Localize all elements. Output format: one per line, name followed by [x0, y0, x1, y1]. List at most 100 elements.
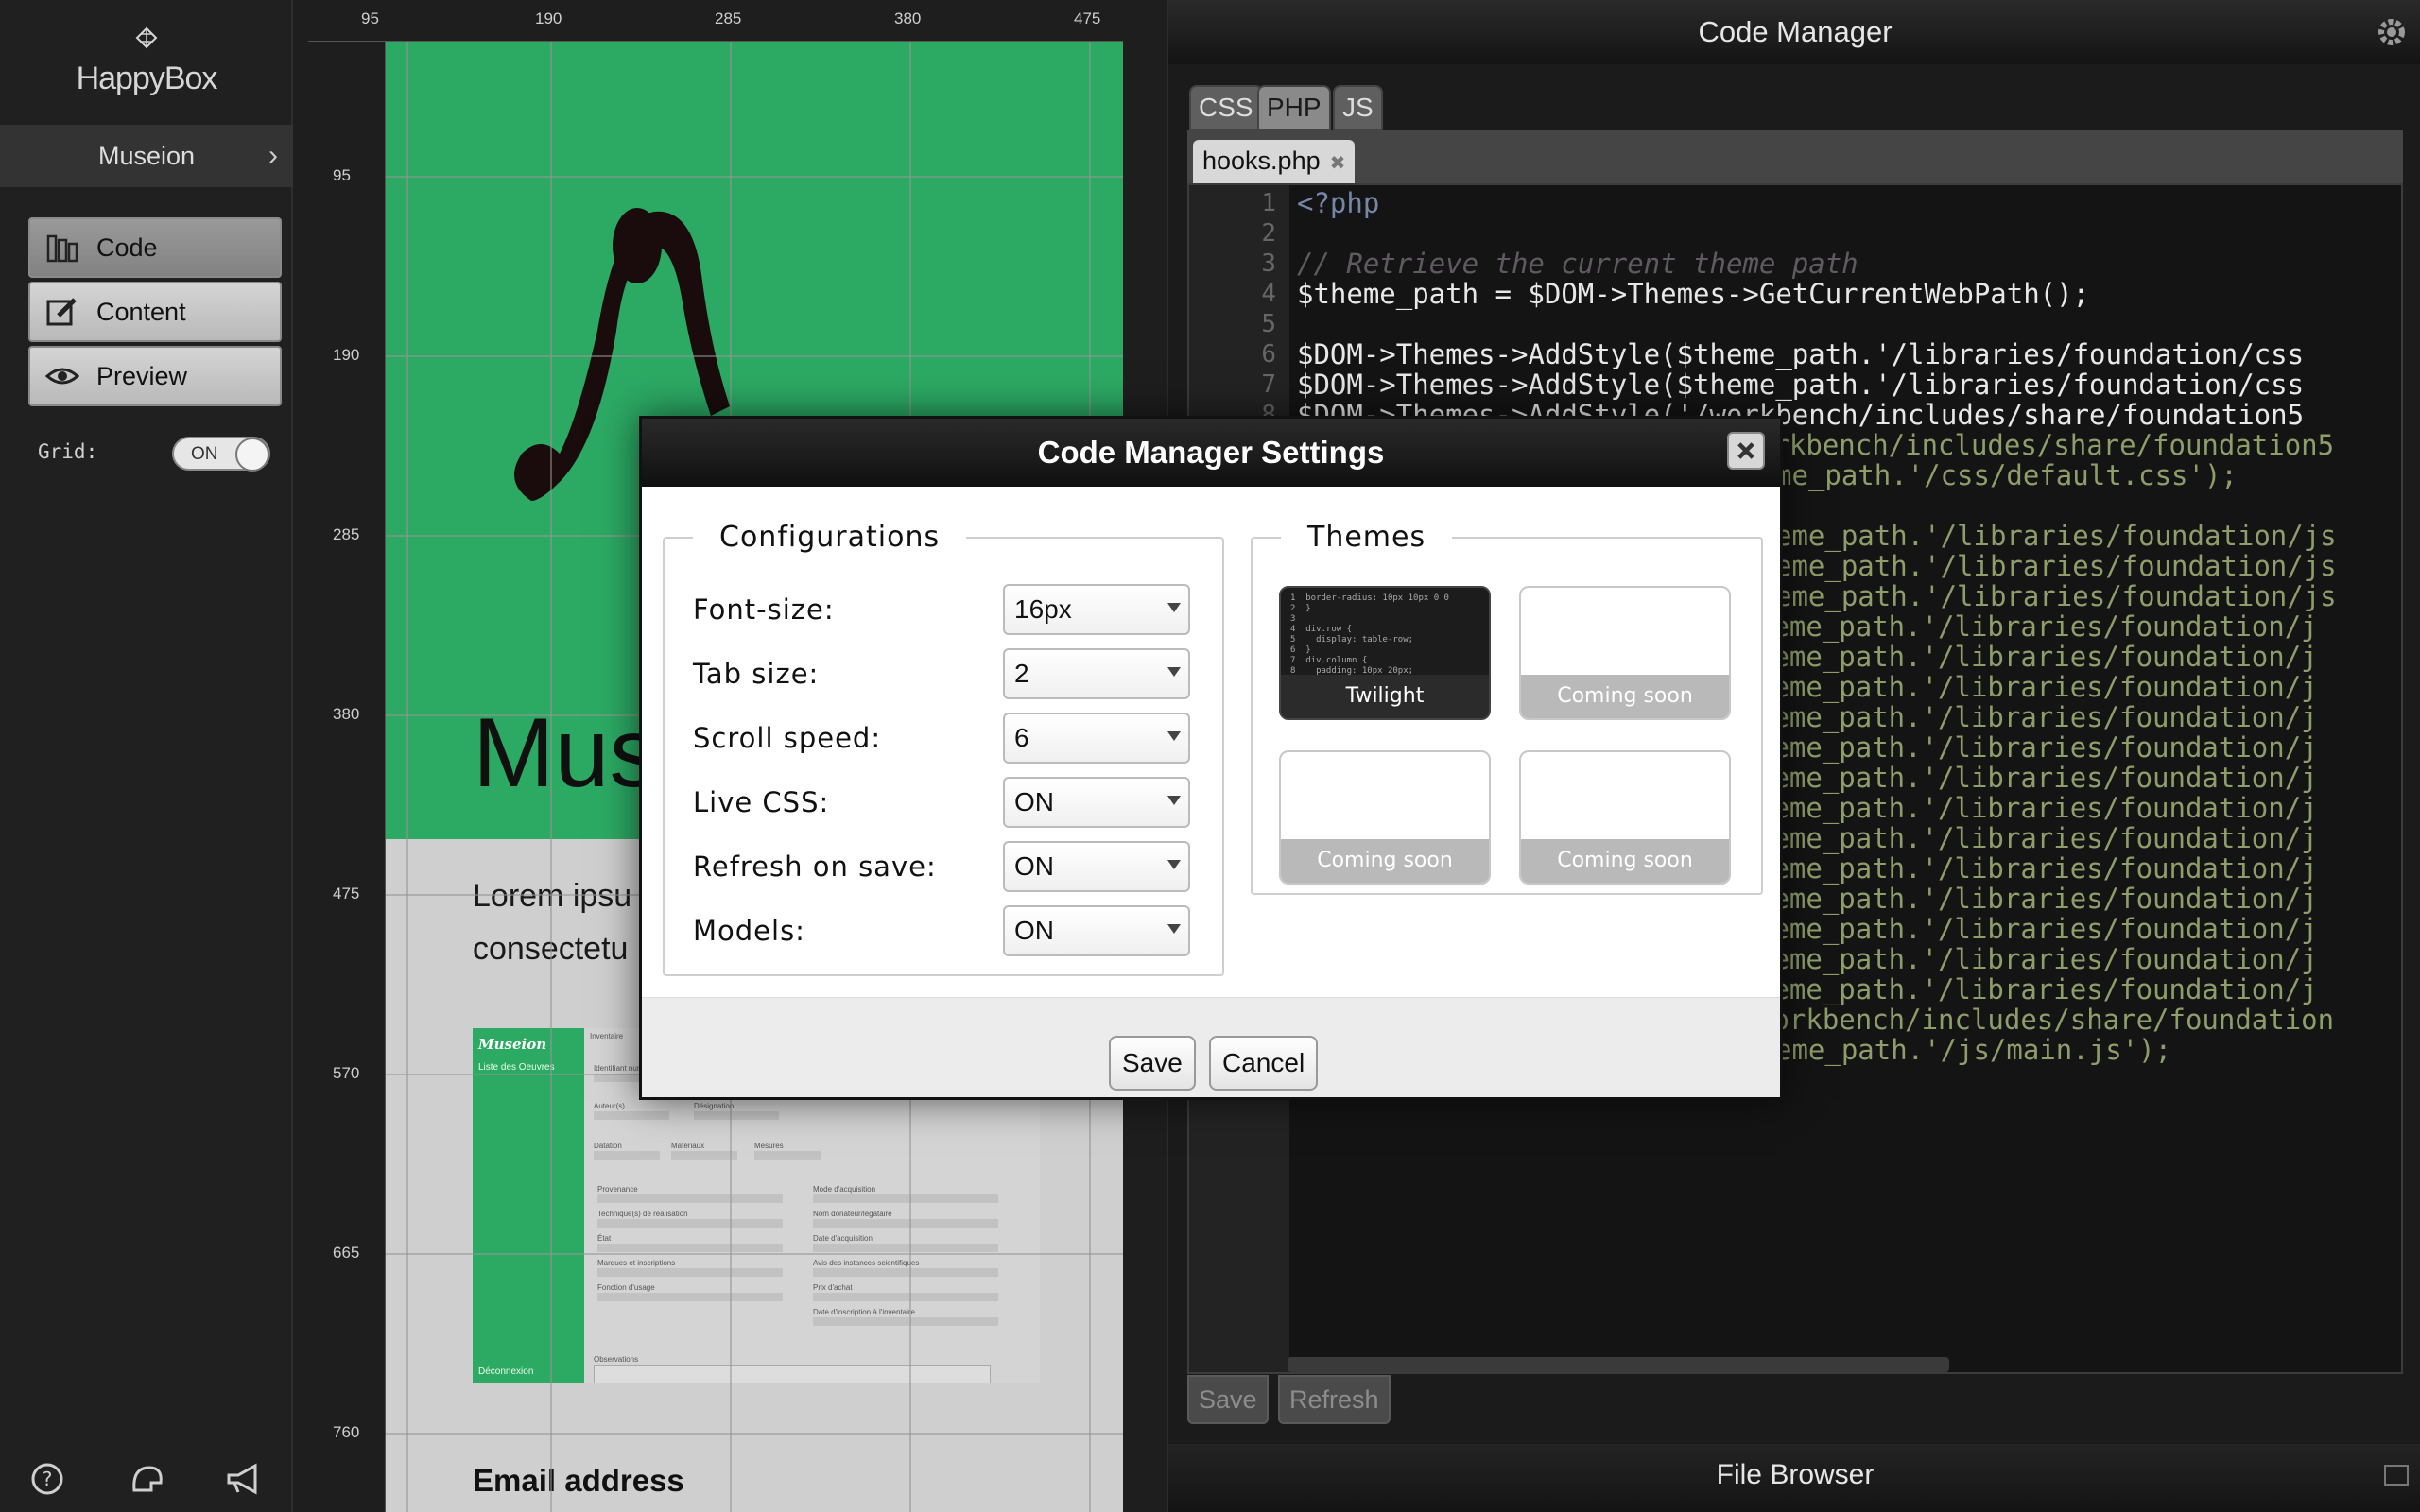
refresh-on-save-label: Refresh on save: [693, 850, 937, 883]
cancel-button[interactable]: Cancel [1209, 1036, 1319, 1091]
line-number: 2 [1261, 219, 1276, 248]
mockup-field-input [597, 1268, 783, 1277]
mockup-field-input [694, 1111, 779, 1120]
tab-size-label: Tab size: [693, 658, 820, 690]
code-line: heme_path.'/libraries/foundation/j [1756, 762, 2318, 794]
grid-line [550, 42, 552, 1512]
dropdown-arrow-icon [1167, 667, 1181, 677]
tab-php[interactable]: PHP [1257, 85, 1331, 130]
code-line: eme_path.'/js/main.js'); [1775, 1034, 2172, 1066]
mockup-field-label: Date d'inscription à l'inventaire [813, 1308, 915, 1316]
tab-js[interactable]: JS [1333, 85, 1383, 130]
project-selector[interactable]: Museion › [0, 125, 293, 187]
refresh-on-save-select[interactable]: ON [1003, 841, 1190, 892]
themes-legend: Themes [1307, 521, 1426, 554]
help-icon[interactable]: ? [28, 1460, 66, 1498]
file-browser-title: File Browser [1716, 1459, 1875, 1490]
mode-content-button[interactable]: Content [28, 282, 282, 342]
select-value: ON [1014, 851, 1054, 881]
dropdown-arrow-icon [1167, 860, 1181, 869]
mockup-field-label: Provenance [597, 1185, 638, 1194]
code-line: heme_path.'/libraries/foundation/j [1756, 610, 2318, 643]
megaphone-icon[interactable] [225, 1460, 263, 1498]
helmet-icon[interactable] [129, 1460, 166, 1498]
logo-text: HappyBox [76, 60, 218, 96]
mockup-field-label: Datation [594, 1142, 622, 1150]
mockup-logo: Museion [478, 1036, 547, 1053]
close-icon[interactable]: ✖ [1330, 153, 1346, 174]
select-value: 6 [1014, 723, 1029, 752]
code-line: heme_path.'/libraries/foundation/j [1756, 792, 2318, 824]
ruler-tick: 760 [333, 1423, 360, 1441]
grid-line [406, 42, 408, 1512]
scroll-speed-select[interactable]: 6 [1003, 713, 1190, 764]
file-browser-bar[interactable]: File Browser [1168, 1444, 2420, 1512]
themes-group: Themes 1 border-radius: 10px 10px 0 0 2 … [1251, 521, 1763, 895]
mockup-field-input [671, 1151, 737, 1160]
ruler-tick: 475 [1074, 9, 1101, 27]
close-icon[interactable] [1727, 432, 1765, 470]
mode-label: Preview [96, 361, 188, 390]
app-logo: HappyBox [0, 26, 293, 97]
mockup-field-input [813, 1268, 998, 1277]
ruler-tick: 285 [333, 525, 360, 543]
mockup-field-input [597, 1219, 783, 1228]
tab-css[interactable]: CSS [1189, 85, 1263, 130]
ruler-tick: 285 [715, 9, 742, 27]
mockup-field-input [813, 1194, 998, 1203]
code-line: heme_path.'/libraries/foundation/j [1756, 852, 2318, 885]
models-select[interactable]: ON [1003, 905, 1190, 956]
horizontal-scrollbar[interactable] [1288, 1357, 1949, 1372]
gear-icon[interactable] [2375, 15, 2409, 49]
theme-twilight-card[interactable]: 1 border-radius: 10px 10px 0 0 2 } 3 4 d… [1279, 586, 1491, 720]
mockup-field-label: Matériaux [671, 1142, 705, 1150]
select-value: 16px [1014, 594, 1072, 624]
mockup-field-label: Auteur(s) [594, 1102, 625, 1110]
ruler-tick: 190 [333, 346, 360, 364]
tab-size-select[interactable]: 2 [1003, 648, 1190, 699]
theme-placeholder-card: Coming soon [1519, 750, 1731, 885]
grid-line [386, 1253, 1123, 1255]
theme-name: Coming soon [1521, 839, 1729, 883]
code-line: eme_path.'/libraries/foundation/js [1775, 550, 2337, 582]
editor-save-button[interactable]: Save [1187, 1375, 1269, 1424]
mockup-field-label: Désignation [694, 1102, 735, 1110]
configurations-legend: Configurations [719, 521, 941, 554]
modal-header: Code Manager Settings [642, 419, 1780, 487]
save-button[interactable]: Save [1109, 1036, 1196, 1091]
mockup-field-label: Avis des instances scientifiques [813, 1259, 920, 1267]
mode-code-button[interactable]: Code [28, 217, 282, 278]
line-number: 1 [1261, 189, 1276, 217]
mockup-field-label: Technique(s) de réalisation [597, 1210, 688, 1218]
line-number: 6 [1261, 340, 1276, 369]
panel-toggle-icon[interactable] [2384, 1465, 2409, 1486]
code-line: heme_path.'/libraries/foundation/j [1756, 883, 2318, 915]
code-line: heme_path.'/libraries/foundation/j [1756, 671, 2318, 703]
ruler-tick: 380 [894, 9, 922, 27]
mockup-field-label: Observations [594, 1355, 639, 1364]
code-line: <?php [1297, 187, 1380, 219]
grid-line [386, 355, 1123, 357]
code-line: heme_path.'/libraries/foundation/j [1756, 913, 2318, 945]
mode-preview-button[interactable]: Preview [28, 346, 282, 406]
theme-name: Twilight [1281, 675, 1489, 718]
line-number: 4 [1261, 280, 1276, 308]
mode-label: Content [96, 297, 186, 326]
select-value: ON [1014, 787, 1054, 816]
mockup-field-input [754, 1151, 821, 1160]
live-css-select[interactable]: ON [1003, 777, 1190, 828]
file-tab[interactable]: hooks.php ✖ [1193, 140, 1356, 183]
grid-line [386, 1433, 1123, 1435]
editor-refresh-button[interactable]: Refresh [1278, 1375, 1391, 1424]
code-line: orkbench/includes/share/foundation5 [1756, 429, 2335, 461]
mockup-field-label: Mode d'acquisition [813, 1185, 876, 1194]
ruler-tick: 380 [333, 705, 360, 723]
code-line: heme_path.'/libraries/foundation/j [1756, 822, 2318, 854]
code-manager-header: Code Manager [1168, 0, 2420, 64]
project-name: Museion [97, 141, 196, 170]
mockup-textarea [594, 1365, 991, 1383]
font-size-select[interactable]: 16px [1003, 584, 1190, 635]
grid-toggle[interactable]: ON [172, 437, 270, 472]
mockup-field-label: Marques et inscriptions [597, 1259, 676, 1267]
mockup-field-label: Fonction d'usage [597, 1283, 655, 1292]
